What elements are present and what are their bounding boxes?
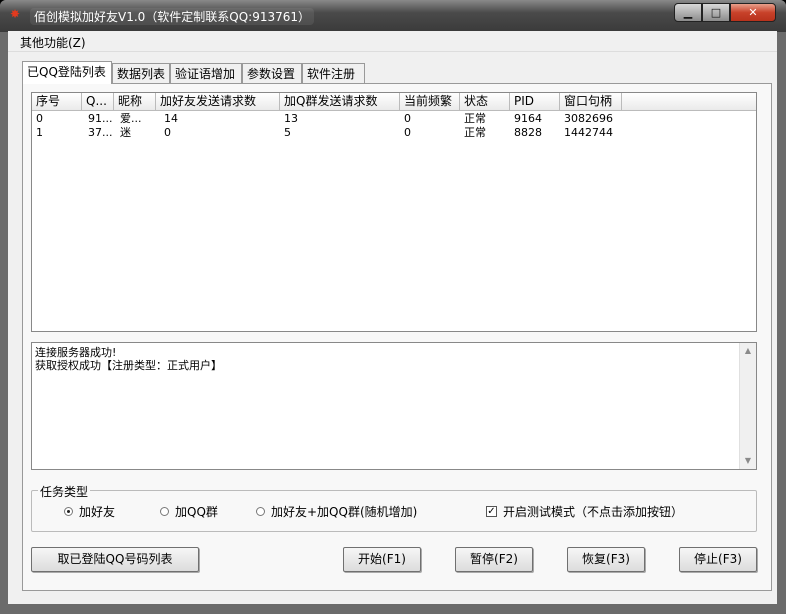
task-type-title: 任务类型 [38,483,91,500]
maximize-button[interactable]: □ [702,3,730,22]
radio-add-friend-and-group[interactable]: 加好友+加QQ群(随机增加) [256,505,417,519]
radio-add-friend[interactable]: 加好友 [64,505,115,519]
column-header-index[interactable]: 序号 [32,93,82,110]
table-row[interactable]: 1 37... 迷 0 5 0 正常 8828 1442744 [32,126,756,140]
column-header-nickname[interactable]: 昵称 [114,93,156,110]
test-mode-checkbox[interactable]: ✓ 开启测试模式（不点击添加按钮） [486,505,683,519]
cell-index: 0 [36,112,43,125]
cell-window-handle: 1442744 [564,126,613,139]
cell-pid: 8828 [514,126,542,139]
table-row[interactable]: 0 91... 爱... 14 13 0 正常 9164 3082696 [32,112,756,126]
cell-pid: 9164 [514,112,542,125]
radio-add-friend-and-group-label: 加好友+加QQ群(随机增加) [271,505,418,519]
cell-qq: 91... [88,112,113,125]
title-bar[interactable]: ✸ 佰创模拟加好友V1.0（软件定制联系QQ:913761） ▁ □ ✕ [0,0,786,32]
app-window: ✸ 佰创模拟加好友V1.0（软件定制联系QQ:913761） ▁ □ ✕ 其他功… [0,0,786,614]
cell-group-requests: 5 [284,126,291,139]
tab-data-list[interactable]: 数据列表 [112,63,170,83]
app-icon: ✸ [10,7,21,21]
qq-list-table[interactable]: 序号 Q... 昵称 加好友发送请求数 加Q群发送请求数 当前频繁 状态 PID… [31,92,757,332]
radio-add-friend-label: 加好友 [79,505,116,519]
stop-button[interactable]: 停止(F3) [679,547,757,572]
cell-status: 正常 [464,112,486,125]
column-header-window-handle[interactable]: 窗口句柄 [560,93,622,110]
scroll-down-icon[interactable]: ▼ [743,456,753,466]
log-line: 获取授权成功【注册类型：正式用户】 [35,359,222,372]
column-header-pid[interactable]: PID [510,93,560,110]
test-mode-label: 开启测试模式（不点击添加按钮） [503,505,684,519]
radio-selected-icon [64,507,73,516]
close-button[interactable]: ✕ [730,3,776,22]
tab-registration[interactable]: 软件注册 [302,63,365,83]
log-line: 连接服务器成功! [35,346,117,359]
column-header-group-requests[interactable]: 加Q群发送请求数 [280,93,400,110]
cell-group-requests: 13 [284,112,298,125]
menu-other-functions[interactable]: 其他功能(Z) [20,34,86,51]
log-scrollbar[interactable]: ▲ ▼ [739,343,756,469]
cell-friend-requests: 14 [164,112,178,125]
cell-index: 1 [36,126,43,139]
checkmark-icon: ✓ [486,506,497,517]
radio-icon [256,507,265,516]
cell-friend-requests: 0 [164,126,171,139]
cell-nickname: 爱... [120,112,142,125]
tab-verification-add[interactable]: 验证语增加 [170,63,242,83]
cell-window-handle: 3082696 [564,112,613,125]
client-area: 其他功能(Z) 已QQ登陆列表 数据列表 验证语增加 参数设置 软件注册 序号 … [8,31,777,604]
tab-settings[interactable]: 参数设置 [242,63,302,83]
task-type-group: 任务类型 加好友 加QQ群 加好友+加QQ群(随机增加) ✓ 开启测试模式（不点击… [31,483,757,532]
column-header-frequency[interactable]: 当前频繁 [400,93,460,110]
log-textarea[interactable]: 连接服务器成功! 获取授权成功【注册类型：正式用户】 ▲ ▼ [31,342,757,470]
tab-panel: 序号 Q... 昵称 加好友发送请求数 加Q群发送请求数 当前频繁 状态 PID… [22,83,772,591]
column-header-status[interactable]: 状态 [460,93,510,110]
cell-status: 正常 [464,126,486,139]
scroll-up-icon[interactable]: ▲ [743,346,753,356]
cell-frequency: 0 [404,126,411,139]
radio-add-group[interactable]: 加QQ群 [160,505,218,519]
start-button[interactable]: 开始(F1) [343,547,421,572]
minimize-button[interactable]: ▁ [674,3,702,22]
resume-button[interactable]: 恢复(F3) [567,547,645,572]
cell-frequency: 0 [404,112,411,125]
tab-logged-in-list[interactable]: 已QQ登陆列表 [22,61,112,84]
menu-bar: 其他功能(Z) [8,31,777,52]
window-title: 佰创模拟加好友V1.0（软件定制联系QQ:913761） [30,8,315,25]
fetch-logged-in-list-button[interactable]: 取已登陆QQ号码列表 [31,547,199,572]
cell-nickname: 迷 [120,126,131,139]
pause-button[interactable]: 暂停(F2) [455,547,533,572]
radio-icon [160,507,169,516]
cell-qq: 37... [88,126,113,139]
table-header: 序号 Q... 昵称 加好友发送请求数 加Q群发送请求数 当前频繁 状态 PID… [32,93,756,111]
radio-add-group-label: 加QQ群 [175,505,218,519]
column-header-friend-requests[interactable]: 加好友发送请求数 [156,93,280,110]
column-header-qq[interactable]: Q... [82,93,114,110]
